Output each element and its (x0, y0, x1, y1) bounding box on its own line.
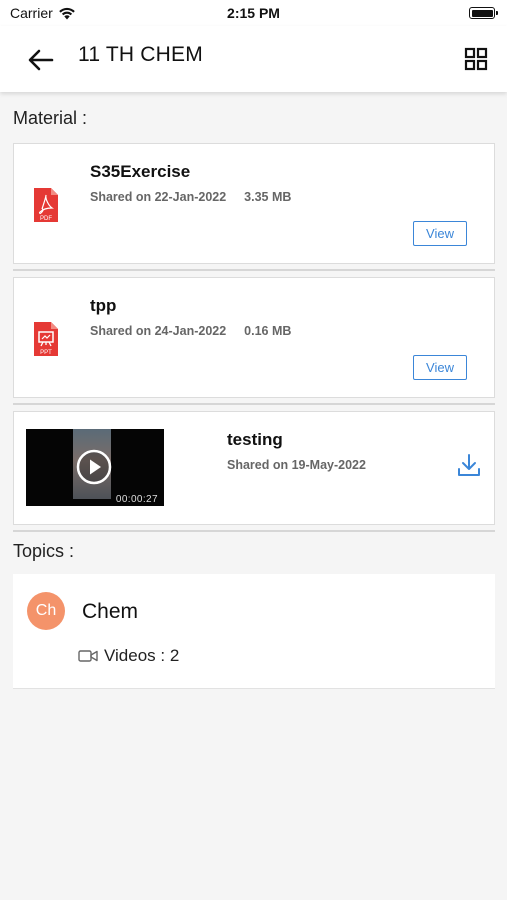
topic-card[interactable]: Ch Chem Videos : 2 (13, 574, 495, 689)
status-bar: Carrier 2:15 PM (0, 0, 507, 26)
download-icon[interactable] (456, 452, 482, 478)
video-duration: 00:00:27 (115, 494, 158, 505)
pdf-file-icon: PDF (34, 188, 58, 222)
videos-label: Videos : 2 (104, 646, 180, 665)
view-button[interactable]: View (413, 221, 467, 246)
page-title: 11 TH CHEM (78, 43, 203, 66)
material-card-ppt[interactable]: PPT tpp Shared on 24-Jan-2022 0.16 MB Vie… (13, 277, 495, 398)
back-button[interactable] (26, 45, 56, 75)
battery-icon (469, 7, 498, 19)
material-name: tpp (90, 296, 117, 315)
video-name: testing (227, 430, 283, 449)
material-card-video[interactable]: 00:00:27 testing Shared on 19-May-2022 (13, 411, 495, 525)
material-meta: Shared on 22-Jan-2022 3.35 MB (90, 190, 291, 204)
material-name: S35Exercise (90, 162, 191, 181)
ppt-file-icon: PPT (34, 322, 58, 356)
video-shared-date: Shared on 19-May-2022 (227, 458, 366, 472)
divider (13, 530, 495, 532)
material-meta: Shared on 24-Jan-2022 0.16 MB (90, 324, 291, 338)
topics-section-label: Topics : (13, 541, 75, 561)
pdf-type-text: PDF (40, 216, 52, 222)
divider (13, 269, 495, 271)
grid-view-icon (464, 47, 488, 71)
file-size: 3.35 MB (244, 190, 292, 204)
file-size: 0.16 MB (244, 324, 292, 338)
play-icon[interactable] (76, 449, 112, 485)
video-camera-icon (78, 650, 98, 662)
avatar: Ch (27, 592, 65, 630)
app-bar: 11 TH CHEM (0, 26, 507, 92)
video-thumbnail[interactable]: 00:00:27 (26, 429, 164, 506)
view-button[interactable]: View (413, 355, 467, 380)
arrow-left-icon (28, 49, 54, 71)
shared-date: Shared on 24-Jan-2022 (90, 324, 227, 338)
topic-name: Chem (82, 600, 139, 623)
grid-view-button[interactable] (463, 46, 489, 72)
material-section-label: Material : (13, 108, 88, 128)
ppt-type-text: PPT (40, 350, 52, 356)
divider (13, 403, 495, 405)
topic-videos-count: Videos : 2 (78, 646, 179, 666)
status-time: 2:15 PM (227, 5, 280, 21)
material-card-pdf[interactable]: PDF S35Exercise Shared on 22-Jan-2022 3.3… (13, 143, 495, 264)
shared-date: Shared on 22-Jan-2022 (90, 190, 227, 204)
